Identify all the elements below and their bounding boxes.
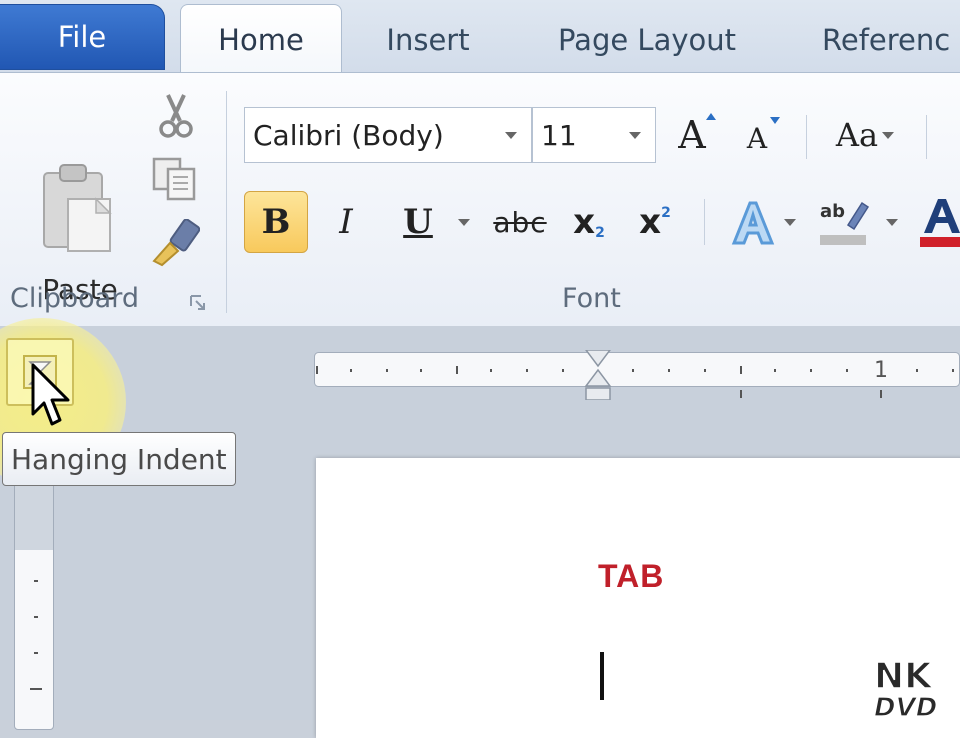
strikethrough-button[interactable]: abc bbox=[488, 191, 552, 253]
tab-home[interactable]: Home bbox=[180, 4, 342, 75]
mouse-pointer-icon bbox=[31, 363, 70, 426]
ribbon-home: Paste Clipboard Calibri (Body) 11 A A Aa… bbox=[0, 72, 960, 338]
paste-icon bbox=[43, 164, 112, 252]
shrink-arrow-icon bbox=[770, 117, 780, 124]
font-divider-3 bbox=[704, 199, 705, 245]
underline-icon: U bbox=[403, 202, 433, 242]
nkdvd-watermark-logo: NK DVD bbox=[873, 656, 938, 718]
grow-arrow-icon bbox=[706, 113, 716, 120]
shrink-font-icon: A bbox=[746, 121, 768, 155]
shrink-font-button[interactable]: A bbox=[734, 113, 780, 163]
paste-button[interactable]: Paste bbox=[26, 163, 134, 343]
font-divider bbox=[806, 115, 807, 159]
font-divider-2 bbox=[926, 115, 927, 159]
subscript-button[interactable]: x2 bbox=[562, 191, 616, 253]
vertical-ruler-margin bbox=[14, 480, 54, 550]
font-size-combobox[interactable]: 11 bbox=[532, 107, 656, 163]
font-name-dropdown-icon[interactable] bbox=[505, 131, 517, 139]
change-case-dropdown-icon[interactable] bbox=[882, 131, 895, 139]
tab-insert-label: Insert bbox=[386, 23, 470, 57]
font-size-value: 11 bbox=[541, 118, 577, 152]
underline-button[interactable]: U bbox=[390, 191, 446, 253]
copy-icon[interactable] bbox=[148, 155, 200, 203]
tab-page-layout[interactable]: Page Layout bbox=[540, 6, 754, 74]
underline-dropdown-icon[interactable] bbox=[458, 219, 470, 226]
left-indent-marker[interactable] bbox=[585, 387, 611, 400]
document-page[interactable]: TAB bbox=[316, 458, 960, 738]
cut-icon[interactable] bbox=[150, 91, 202, 139]
tab-page-layout-label: Page Layout bbox=[557, 23, 736, 57]
change-case-icon: Aa bbox=[835, 116, 879, 154]
text-highlight-color-icon[interactable]: ab bbox=[818, 197, 872, 249]
svg-text:NK: NK bbox=[874, 656, 933, 697]
tab-file[interactable]: File bbox=[0, 4, 165, 70]
ruler-number-1: 1 bbox=[874, 358, 888, 383]
vertical-ruler-ticks bbox=[30, 580, 42, 690]
grow-font-button[interactable]: A bbox=[666, 107, 718, 163]
superscript-icon: x bbox=[639, 202, 662, 242]
tab-file-label: File bbox=[57, 20, 107, 54]
superscript-button[interactable]: x2 bbox=[628, 191, 682, 253]
text-effects-icon[interactable] bbox=[728, 197, 778, 249]
clipboard-group-label: Clipboard bbox=[10, 283, 139, 314]
italic-icon: I bbox=[339, 202, 353, 242]
clipboard-dialog-launcher-icon[interactable] bbox=[188, 293, 208, 313]
subscript-icon: x bbox=[573, 202, 596, 242]
font-size-dropdown-icon[interactable] bbox=[629, 131, 641, 139]
svg-text:ab: ab bbox=[820, 201, 845, 222]
tab-insert[interactable]: Insert bbox=[368, 6, 488, 74]
tab-home-label: Home bbox=[218, 23, 304, 57]
tooltip-text: Hanging Indent bbox=[11, 442, 227, 476]
tab-references-label: Referenc bbox=[822, 23, 951, 57]
hanging-indent-tooltip: Hanging Indent bbox=[2, 432, 236, 486]
horizontal-ruler[interactable] bbox=[314, 350, 960, 400]
group-divider bbox=[226, 91, 227, 313]
text-effects-dropdown-icon[interactable] bbox=[784, 219, 796, 226]
bold-button[interactable]: B bbox=[244, 191, 308, 253]
tab-references[interactable]: Referenc bbox=[808, 6, 960, 74]
text-cursor bbox=[600, 652, 604, 700]
superscript-mark: 2 bbox=[661, 205, 671, 221]
change-case-button[interactable]: Aa bbox=[826, 107, 904, 163]
svg-text:DVD: DVD bbox=[874, 693, 937, 718]
strikethrough-icon: abc bbox=[493, 205, 547, 239]
italic-button[interactable]: I bbox=[318, 191, 374, 253]
text-highlight-dropdown-icon[interactable] bbox=[886, 219, 898, 226]
bold-icon: B bbox=[261, 202, 291, 242]
font-name-value: Calibri (Body) bbox=[253, 118, 444, 152]
font-group-label: Font bbox=[562, 283, 621, 314]
format-painter-icon[interactable] bbox=[148, 219, 200, 267]
ribbon-tab-bar: File Home Insert Page Layout Referenc bbox=[0, 0, 960, 75]
font-name-combobox[interactable]: Calibri (Body) bbox=[244, 107, 532, 163]
font-color-icon[interactable] bbox=[918, 197, 960, 249]
grow-font-icon: A bbox=[678, 113, 706, 157]
subscript-mark: 2 bbox=[595, 225, 605, 241]
document-heading: TAB bbox=[598, 558, 665, 594]
